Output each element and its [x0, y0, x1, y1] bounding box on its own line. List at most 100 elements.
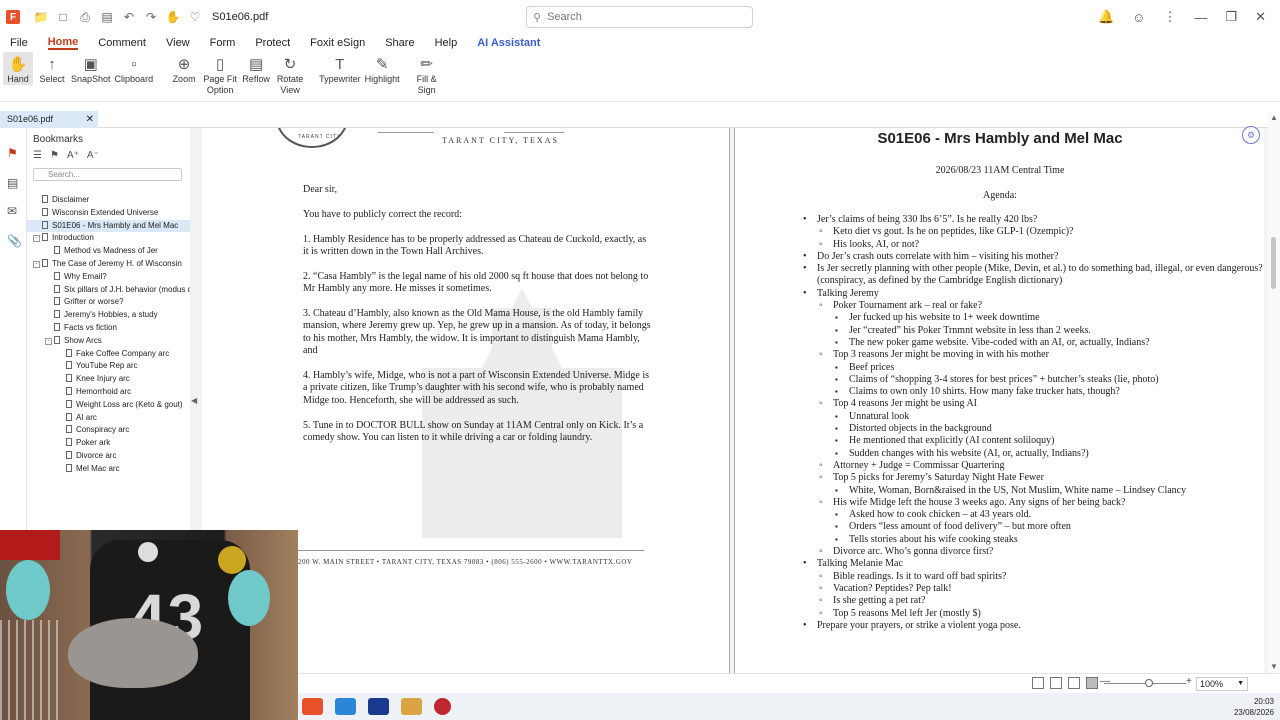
bookmark-options-icon[interactable]: ☰: [33, 150, 42, 161]
add-bookmark-icon[interactable]: ⚑: [50, 150, 59, 161]
menu-form[interactable]: Form: [210, 37, 236, 49]
redo-icon[interactable]: ↷: [144, 10, 158, 24]
bookmark-panel-icon[interactable]: ⚑: [7, 146, 21, 160]
account-icon[interactable]: ☺: [1132, 10, 1145, 25]
collapse-panel-icon[interactable]: ◀: [191, 396, 197, 405]
bookmark-icon: [42, 258, 48, 267]
search-input[interactable]: [547, 11, 728, 23]
save-icon[interactable]: □: [56, 10, 70, 24]
reflow-button[interactable]: ▤ Reflow: [241, 52, 271, 85]
page-fit-button[interactable]: ▯ Page Fit Option: [203, 52, 237, 96]
foxit-taskbar-icon[interactable]: [302, 698, 323, 715]
bookmark-search-input[interactable]: Search...: [33, 168, 182, 181]
bookmark-item[interactable]: Divorce arc: [27, 450, 190, 463]
close-icon[interactable]: ✕: [1255, 9, 1266, 25]
restore-icon[interactable]: ❐: [1225, 9, 1237, 25]
collapse-toggle-icon[interactable]: -: [45, 337, 52, 345]
menu-ai-assistant[interactable]: AI Assistant: [477, 37, 540, 49]
collapse-toggle-icon[interactable]: -: [33, 260, 40, 268]
agenda-item: The new poker game website. Vibe-coded w…: [803, 337, 1263, 350]
bookmark-icon: [42, 220, 48, 229]
bookmark-item[interactable]: Weight Loss arc (Keto & gout): [27, 399, 190, 412]
bookmark-item[interactable]: Fake Coffee Company arc: [27, 348, 190, 361]
attachments-panel-icon[interactable]: 📎: [7, 234, 22, 248]
fill-sign-button[interactable]: ✏ Fill & Sign: [412, 52, 442, 96]
bookmark-label: Method vs Madness of Jer: [64, 246, 158, 256]
close-tab-icon[interactable]: ✕: [86, 111, 94, 128]
search-box[interactable]: ⚲: [526, 6, 753, 28]
bookmark-item[interactable]: Method vs Madness of Jer: [27, 245, 190, 258]
undo-icon[interactable]: ↶: [122, 10, 136, 24]
bookmark-item[interactable]: S01E06 - Mrs Hambly and Mel Mac: [27, 219, 190, 233]
facing-page-icon[interactable]: [1068, 677, 1080, 689]
bookmark-item[interactable]: Hemorrhoid arc: [27, 386, 190, 399]
bookmark-item[interactable]: YouTube Rep arc: [27, 360, 190, 373]
menu-help[interactable]: Help: [435, 37, 458, 49]
vertical-scrollbar[interactable]: ▲ ▼: [1268, 111, 1280, 673]
zoom-level-select[interactable]: 100% ▼: [1196, 677, 1248, 691]
bookmark-item[interactable]: - Show Arcs: [27, 335, 190, 348]
bookmark-item[interactable]: Why Email?: [27, 271, 190, 284]
scroll-up-icon[interactable]: ▲: [1270, 113, 1278, 122]
pages-panel-icon[interactable]: ▤: [7, 176, 21, 190]
explorer-taskbar-icon[interactable]: [401, 698, 422, 715]
bookmark-item[interactable]: Grifter or worse?: [27, 296, 190, 309]
bookmark-item[interactable]: Conspiracy arc: [27, 424, 190, 437]
expand-font-icon[interactable]: A⁺: [67, 150, 79, 161]
obs-taskbar-icon[interactable]: [434, 698, 451, 715]
bookmark-item[interactable]: Six pillars of J.H. behavior (modus o: [27, 284, 190, 297]
foxit-logo-icon[interactable]: F: [6, 10, 20, 24]
typewriter-button[interactable]: T Typewriter: [319, 52, 361, 85]
document-icon[interactable]: ▤: [100, 10, 114, 24]
panel-splitter[interactable]: ◀: [190, 128, 199, 530]
ai-assistant-float-icon[interactable]: ⚙: [1242, 126, 1260, 144]
highlight-button[interactable]: ✎ Highlight: [365, 52, 400, 85]
zoom-slider-knob[interactable]: [1145, 679, 1153, 687]
bookmark-item[interactable]: Poker ark: [27, 437, 190, 450]
bell-icon[interactable]: 🔔: [1098, 9, 1114, 25]
menu-view[interactable]: View: [166, 37, 190, 49]
hand-tool-icon[interactable]: ✋: [166, 10, 181, 24]
bookmark-item[interactable]: Jeremy's Hobbies, a study: [27, 309, 190, 322]
menu-foxit-esign[interactable]: Foxit eSign: [310, 37, 365, 49]
menu-protect[interactable]: Protect: [255, 37, 290, 49]
bookmark-item[interactable]: Disclaimer: [27, 194, 190, 207]
bookmark-item[interactable]: Facts vs fiction: [27, 322, 190, 335]
agenda-item: White, Woman, Born&raised in the US, Not…: [803, 485, 1263, 498]
bookmark-item[interactable]: Wisconsin Extended Universe: [27, 207, 190, 220]
hand-button[interactable]: ✋ Hand: [3, 52, 33, 85]
paint-taskbar-icon[interactable]: [335, 698, 356, 715]
scroll-down-icon[interactable]: ▼: [1270, 662, 1278, 671]
collapse-toggle-icon[interactable]: -: [33, 235, 40, 243]
zoom-button[interactable]: ⊕ Zoom: [169, 52, 199, 85]
menu-comment[interactable]: Comment: [98, 37, 146, 49]
menu-file[interactable]: File: [10, 37, 28, 49]
single-page-icon[interactable]: [1032, 677, 1044, 689]
document-tab[interactable]: S01e06.pdf ✕: [0, 111, 98, 128]
minimize-icon[interactable]: —: [1194, 10, 1207, 25]
clipboard-button[interactable]: ▫ Clipboard: [115, 52, 154, 85]
select-button[interactable]: ↑ Select: [37, 52, 67, 85]
continuous-facing-icon[interactable]: [1086, 677, 1098, 689]
print-icon[interactable]: ⎙: [78, 10, 92, 24]
system-clock[interactable]: 20:03 23/08/2026: [1234, 696, 1274, 718]
more-icon[interactable]: ⋮: [1163, 9, 1176, 25]
zoom-in-icon[interactable]: +: [1186, 676, 1192, 687]
shrink-font-icon[interactable]: A⁻: [87, 150, 99, 161]
agenda-item: Vacation? Peptides? Pep talk!: [803, 583, 1263, 596]
bookmark-item[interactable]: - Introduction: [27, 232, 190, 245]
terminal-taskbar-icon[interactable]: [368, 698, 389, 715]
bookmark-item[interactable]: AI arc: [27, 412, 190, 425]
bookmark-item[interactable]: - The Case of Jeremy H. of Wisconsin: [27, 258, 190, 271]
rotate-view-button[interactable]: ↻ Rotate View: [275, 52, 305, 96]
menu-home[interactable]: Home: [47, 36, 79, 50]
comments-panel-icon[interactable]: ✉: [7, 204, 21, 218]
open-folder-icon[interactable]: 📁: [34, 10, 49, 24]
menu-share[interactable]: Share: [385, 37, 414, 49]
zoom-out-icon[interactable]: —: [1100, 676, 1110, 687]
bookmark-item[interactable]: Knee Injury arc: [27, 373, 190, 386]
snapshot-button[interactable]: ▣ SnapShot: [71, 52, 111, 85]
continuous-page-icon[interactable]: [1050, 677, 1062, 689]
bookmark-item[interactable]: Mel Mac arc: [27, 463, 190, 476]
scroll-thumb[interactable]: [1271, 237, 1276, 289]
